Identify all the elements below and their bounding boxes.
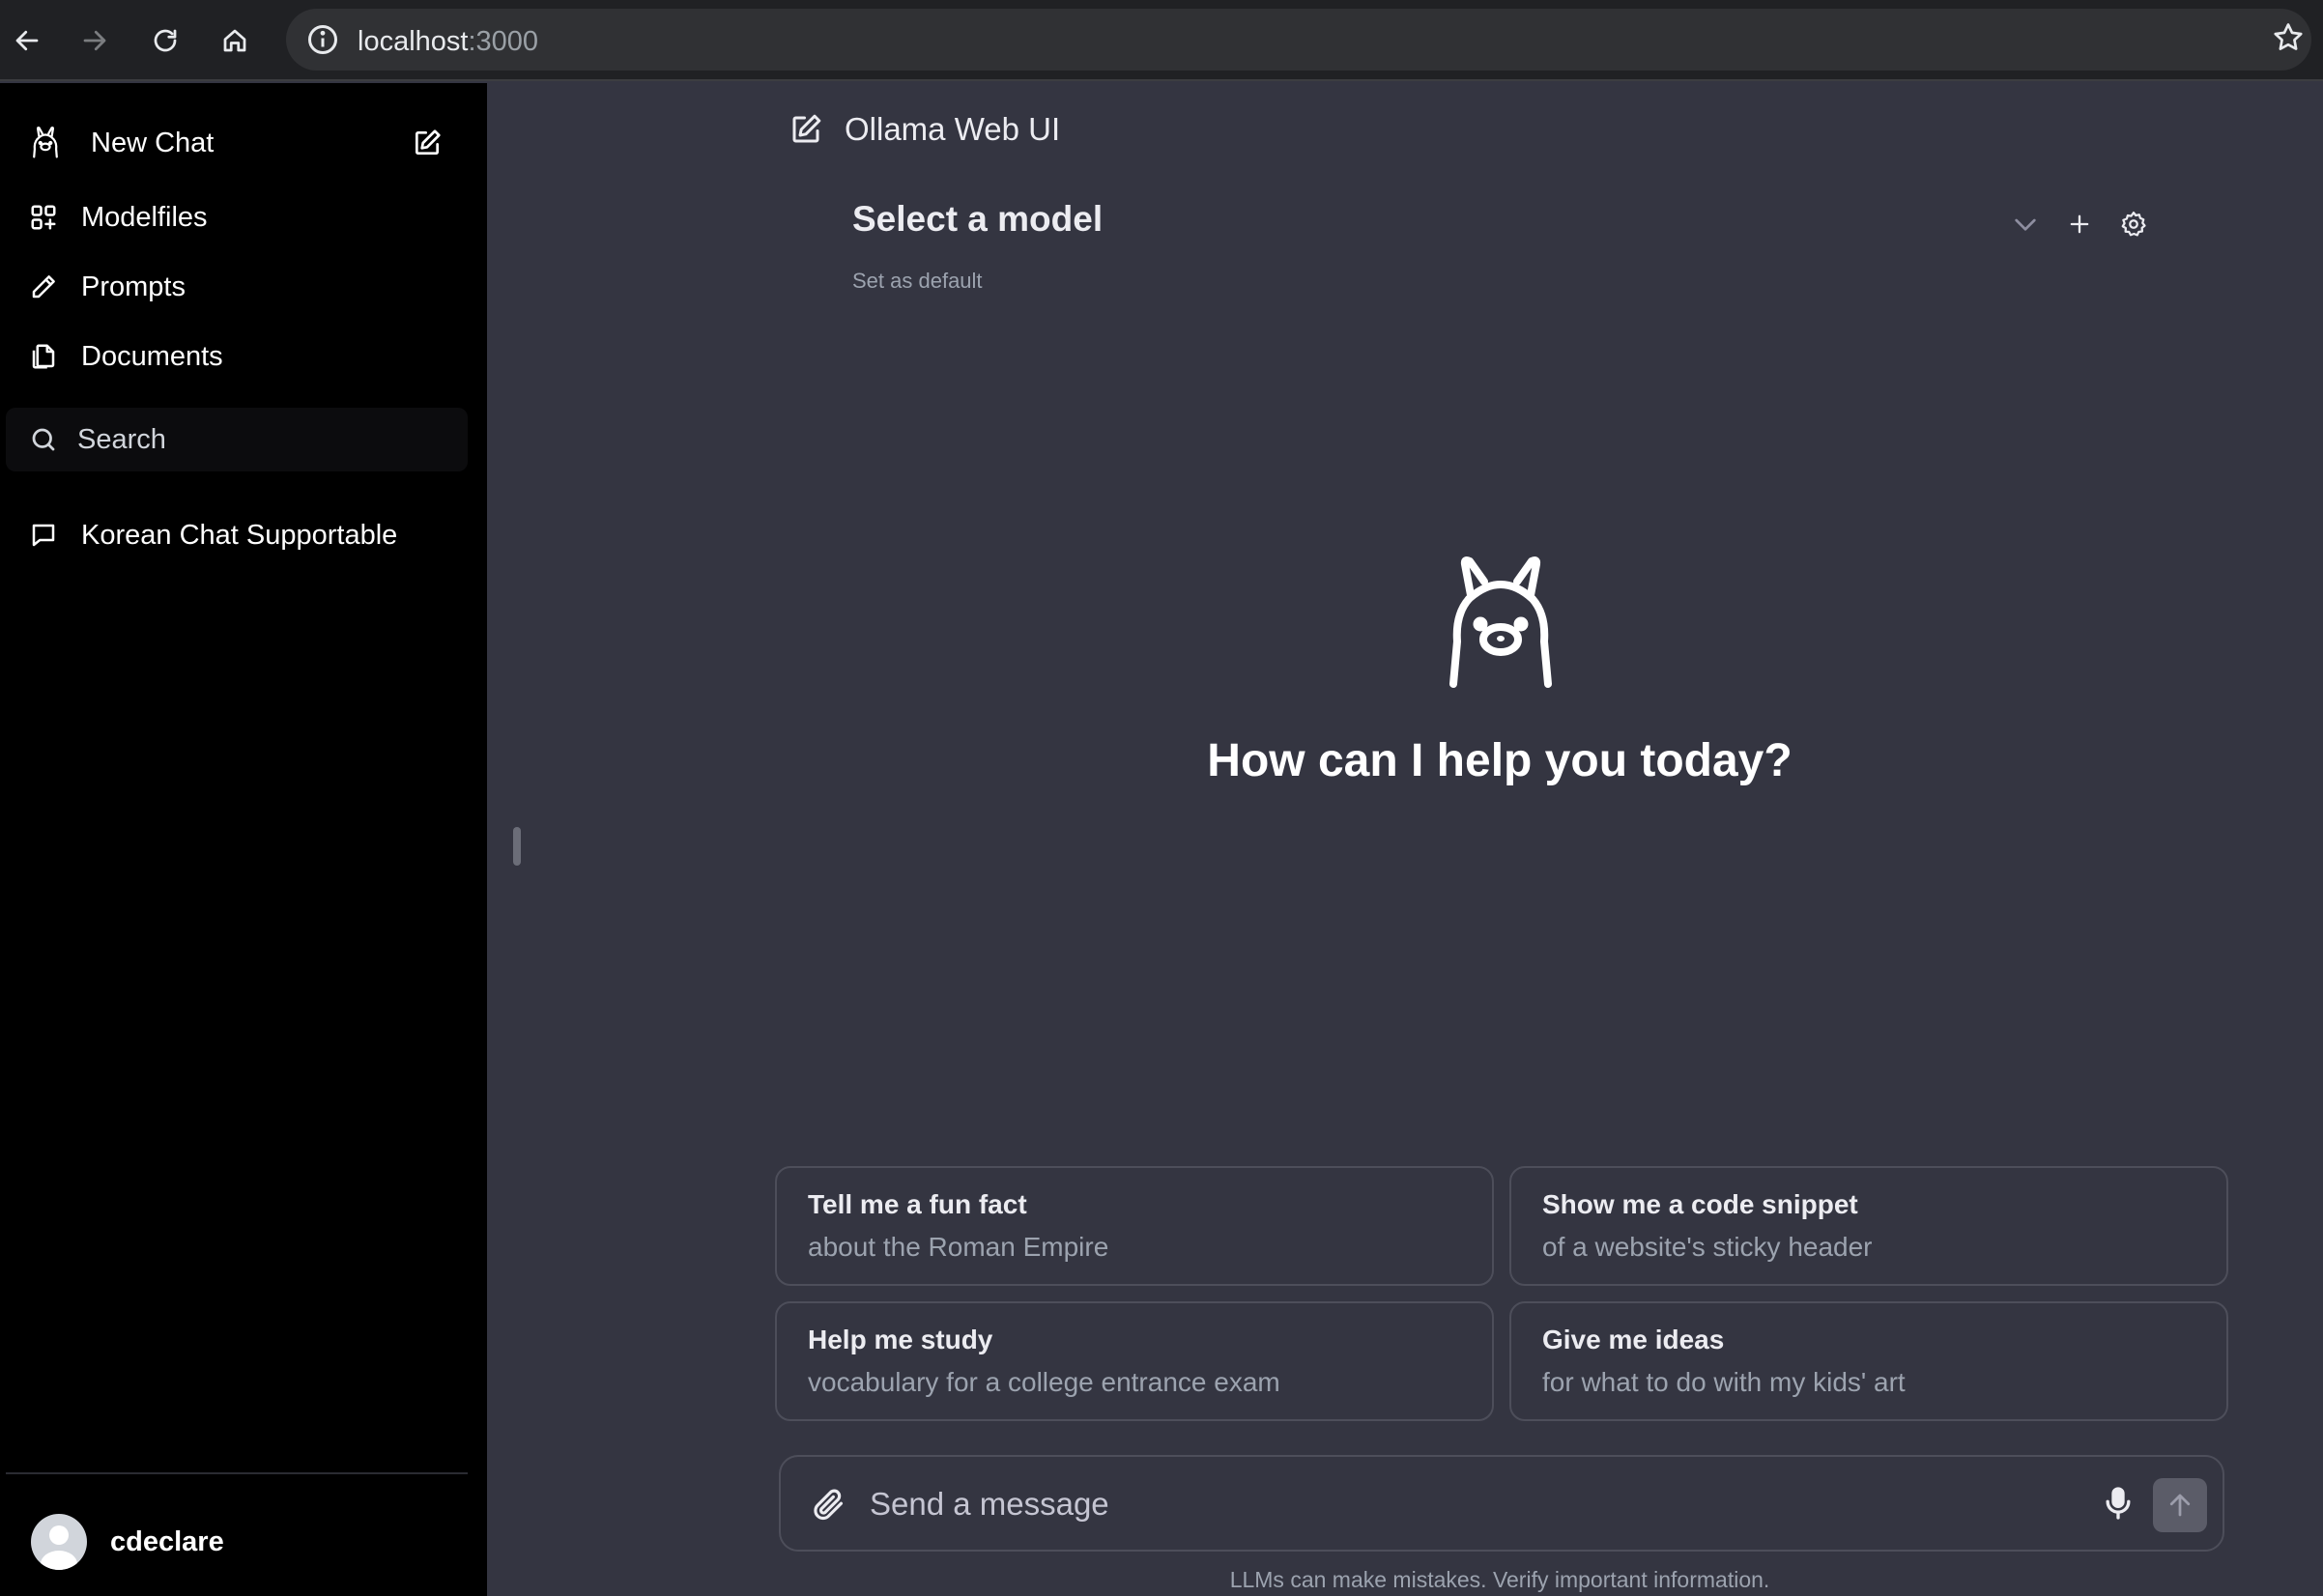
home-icon[interactable] (208, 14, 262, 68)
arrow-up-icon (2169, 1494, 2191, 1517)
site-info-icon[interactable] (305, 22, 340, 57)
suggestion-subtitle: for what to do with my kids' art (1542, 1367, 1906, 1397)
sidebar-item-label: Modelfiles (81, 201, 208, 233)
grid-plus-icon (27, 201, 60, 234)
chat-list-item-label: Korean Chat Supportable (81, 519, 398, 551)
chat-list-item[interactable]: Korean Chat Supportable (0, 504, 487, 566)
pencil-icon (27, 271, 60, 303)
message-input[interactable] (870, 1482, 2049, 1526)
suggestion-card[interactable]: Show me a code snippet of a website's st… (1509, 1166, 2228, 1286)
edit-icon[interactable] (789, 112, 823, 147)
suggestion-title: Give me ideas (1542, 1325, 1725, 1354)
browser-toolbar: localhost:3000 (0, 0, 2323, 81)
sidebar: New Chat Modelfiles Prompts Documents Ko… (0, 83, 487, 1596)
avatar (31, 1514, 87, 1570)
message-composer (779, 1455, 2224, 1552)
gear-icon[interactable] (2114, 205, 2153, 243)
paperclip-icon[interactable] (810, 1486, 846, 1523)
search-box[interactable] (6, 408, 468, 471)
bookmark-star-icon[interactable] (2271, 20, 2306, 55)
ollama-logo-icon (1440, 555, 1562, 690)
disclaimer-text: LLMs can make mistakes. Verify important… (1229, 1567, 1770, 1592)
new-chat-edit-icon[interactable] (412, 128, 443, 158)
suggestion-title: Show me a code snippet (1542, 1189, 1858, 1219)
app-header: Ollama Web UI (789, 108, 1060, 151)
send-button[interactable] (2153, 1478, 2207, 1532)
sidebar-resize-handle[interactable] (513, 827, 521, 866)
sidebar-divider (6, 1472, 468, 1474)
suggestion-subtitle: of a website's sticky header (1542, 1232, 1873, 1262)
add-model-icon[interactable] (2060, 205, 2099, 243)
url-text: localhost:3000 (358, 26, 538, 58)
forward-arrow-icon[interactable] (68, 14, 122, 68)
suggestion-card[interactable]: Help me study vocabulary for a college e… (775, 1301, 1494, 1421)
url-host: localhost (358, 26, 469, 57)
address-bar[interactable]: localhost:3000 (286, 9, 2311, 71)
sidebar-item-documents[interactable]: Documents (0, 326, 487, 387)
page-title: Ollama Web UI (845, 111, 1061, 147)
sidebar-item-label: Prompts (81, 271, 186, 302)
ollama-logo-icon (29, 127, 62, 159)
chevron-down-icon[interactable] (2006, 205, 2045, 243)
chat-bubble-icon (27, 519, 60, 552)
greeting-heading: How can I help you today? (1207, 735, 1792, 786)
suggestion-subtitle: vocabulary for a college entrance exam (808, 1367, 1280, 1397)
suggestion-title: Tell me a fun fact (808, 1189, 1027, 1219)
new-chat-label: New Chat (91, 127, 215, 158)
url-port: :3000 (468, 26, 539, 57)
set-as-default-link[interactable]: Set as default (852, 269, 983, 294)
user-name: cdeclare (110, 1525, 224, 1557)
suggestion-card[interactable]: Tell me a fun fact about the Roman Empir… (775, 1166, 1494, 1286)
sidebar-item-prompts[interactable]: Prompts (0, 256, 487, 318)
model-actions (2006, 205, 2168, 243)
search-input[interactable] (77, 423, 445, 456)
search-icon (29, 425, 58, 454)
suggestion-subtitle: about the Roman Empire (808, 1232, 1109, 1262)
sidebar-item-modelfiles[interactable]: Modelfiles (0, 186, 487, 248)
suggestion-card[interactable]: Give me ideas for what to do with my kid… (1509, 1301, 2228, 1421)
user-menu[interactable]: cdeclare (0, 1503, 487, 1581)
microphone-icon[interactable] (2099, 1484, 2137, 1523)
suggestion-title: Help me study (808, 1325, 993, 1354)
model-selector[interactable]: Select a model (852, 199, 1103, 240)
reload-icon[interactable] (138, 14, 192, 68)
documents-icon (27, 340, 60, 373)
back-arrow-icon[interactable] (0, 14, 54, 68)
sidebar-item-label: Documents (81, 340, 223, 372)
